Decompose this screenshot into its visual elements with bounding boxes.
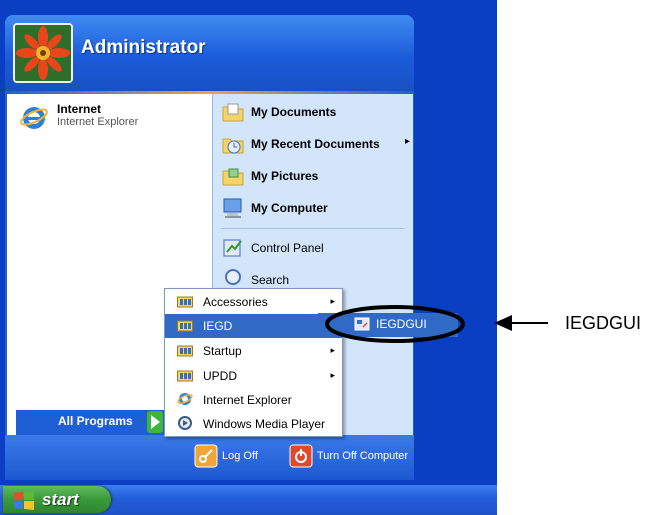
menu-item-windows-media-player[interactable]: Windows Media Player <box>165 412 342 436</box>
my-computer-item[interactable]: My Computer <box>219 194 409 222</box>
recent-documents-icon <box>221 132 245 160</box>
media-player-icon <box>177 415 193 431</box>
program-folder-icon <box>177 369 193 382</box>
my-computer-label: My Computer <box>251 201 328 215</box>
my-documents-icon <box>221 100 245 128</box>
start-menu-footer: Log Off Turn Off Computer <box>5 435 414 480</box>
power-icon <box>289 444 313 472</box>
turn-off-button[interactable]: Turn Off Computer <box>289 444 414 470</box>
menu-item-label: IEGD <box>203 319 233 333</box>
all-programs-label: All Programs <box>58 414 133 428</box>
search-label: Search <box>251 273 290 287</box>
pinned-internet-item[interactable]: Internet Internet Explorer <box>15 100 205 136</box>
user-name: Administrator <box>81 37 206 58</box>
my-recent-documents-item[interactable]: My Recent Documents ▸ <box>219 130 411 160</box>
log-off-label: Log Off <box>222 450 258 462</box>
internet-explorer-icon <box>177 391 193 407</box>
control-panel-icon <box>221 236 245 264</box>
pinned-internet-subtitle: Internet Explorer <box>57 116 139 128</box>
submenu-arrow-icon: ▸ <box>330 370 335 380</box>
menu-item-label: Startup <box>203 344 242 358</box>
all-programs-arrow-icon <box>147 411 163 433</box>
log-off-button[interactable]: Log Off <box>194 444 264 470</box>
highlight-ellipse <box>325 305 465 343</box>
callout-label: IEGDGUI <box>565 313 642 333</box>
my-pictures-icon <box>221 164 245 192</box>
program-folder-icon <box>177 344 193 357</box>
control-panel-label: Control Panel <box>251 241 324 255</box>
menu-item-label: Accessories <box>203 295 268 309</box>
submenu-arrow-icon: ▸ <box>405 136 411 147</box>
program-folder-icon <box>177 295 193 308</box>
my-pictures-item[interactable]: My Pictures <box>219 162 409 190</box>
internet-explorer-icon <box>19 103 49 133</box>
menu-item-updd[interactable]: UPDD ▸ <box>165 364 342 388</box>
my-documents-item[interactable]: My Documents <box>219 98 409 126</box>
pinned-internet-title: Internet <box>57 102 102 116</box>
callout-arrow-icon <box>494 315 548 331</box>
log-off-icon <box>194 444 218 472</box>
turn-off-label: Turn Off Computer <box>317 450 409 462</box>
places-divider <box>221 228 405 229</box>
my-pictures-label: My Pictures <box>251 169 319 183</box>
avatar[interactable] <box>13 23 73 83</box>
program-folder-icon <box>177 319 193 332</box>
menu-item-label: Windows Media Player <box>203 417 326 431</box>
menu-item-internet-explorer[interactable]: Internet Explorer <box>165 388 342 412</box>
start-label: start <box>42 490 79 509</box>
control-panel-item[interactable]: Control Panel <box>219 234 409 262</box>
menu-item-label: Internet Explorer <box>203 393 292 407</box>
my-documents-label: My Documents <box>251 105 337 119</box>
windows-logo-icon <box>12 490 36 514</box>
my-recent-documents-label: My Recent Documents <box>251 137 380 151</box>
menu-item-label: UPDD <box>203 369 238 383</box>
my-computer-icon <box>221 196 245 224</box>
